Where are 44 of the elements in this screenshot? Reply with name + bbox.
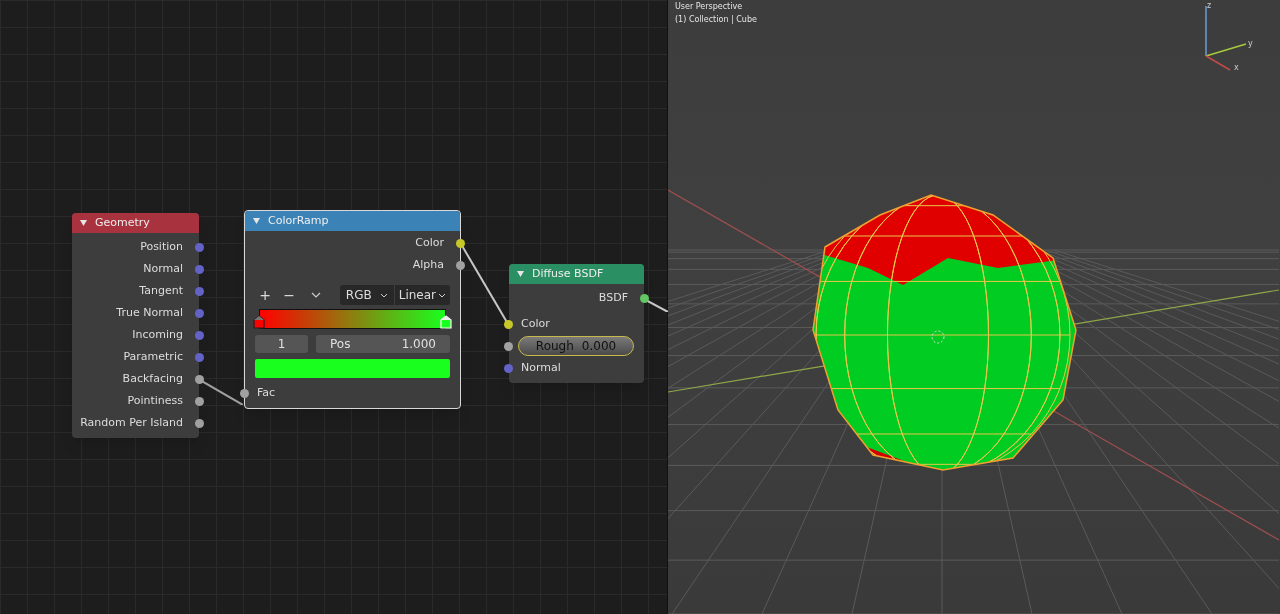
node-editor-canvas[interactable]: Geometry Position Normal Tangent True Normal Incoming Parametric Backfacing Pointiness Random Per Island ColorRamp Color Alpha + − RGB Linear 1 Pos 1.000 Fac Diffuse BSDF BSDF Color Rough 0.000 Normal bbox=[0, 0, 668, 614]
socket-label: BSDF bbox=[598, 289, 628, 306]
interpolation-dropdown[interactable]: Linear bbox=[393, 285, 450, 305]
node-header[interactable]: Geometry bbox=[72, 213, 199, 233]
chevron-down-icon bbox=[438, 292, 446, 298]
ramp-tool-button[interactable]: − bbox=[279, 288, 299, 302]
position-field[interactable]: Pos 1.000 bbox=[316, 335, 450, 353]
node-title: ColorRamp bbox=[268, 212, 329, 229]
socket-label: Color bbox=[521, 315, 550, 332]
collapse-triangle-icon bbox=[80, 220, 87, 226]
collapse-triangle-icon bbox=[517, 271, 524, 277]
collection-label: (1) Collection | Cube bbox=[675, 14, 757, 26]
socket-label: Tangent bbox=[139, 282, 183, 299]
collapse-triangle-icon bbox=[253, 218, 260, 224]
socket-label: Pointiness bbox=[127, 392, 183, 409]
node-title: Diffuse BSDF bbox=[532, 265, 604, 282]
axis-gizmo-drawing[interactable]: z y x bbox=[1198, 0, 1258, 72]
node-title: Geometry bbox=[95, 214, 150, 231]
socket-label: Alpha bbox=[412, 256, 444, 273]
axis-label: z bbox=[1207, 1, 1212, 10]
socket-label: Parametric bbox=[123, 348, 183, 365]
socket-label: Backfacing bbox=[122, 370, 183, 387]
color-swatch[interactable] bbox=[255, 359, 450, 378]
node-header[interactable]: Diffuse BSDF bbox=[509, 264, 644, 284]
socket-label: Normal bbox=[521, 359, 561, 376]
socket-label: Color bbox=[415, 234, 444, 251]
socket-label: Position bbox=[140, 238, 183, 255]
socket-label: Incoming bbox=[132, 326, 183, 343]
color-mode-dropdown[interactable]: RGB bbox=[339, 285, 394, 305]
chevron-down-icon[interactable] bbox=[311, 292, 321, 298]
stop-index-field[interactable]: 1 bbox=[255, 335, 308, 353]
socket-label: Fac bbox=[257, 384, 276, 401]
gradient-bar[interactable] bbox=[259, 309, 446, 329]
axis-label: y bbox=[1248, 39, 1253, 48]
socket-label: True Normal bbox=[116, 304, 183, 321]
view-title: User Perspective bbox=[675, 1, 744, 13]
ramp-tool-button[interactable]: + bbox=[255, 288, 275, 302]
node-header[interactable]: ColorRamp bbox=[245, 211, 460, 231]
color-stop-handle[interactable] bbox=[253, 315, 265, 329]
3d-viewport[interactable]: User Perspective (1) Collection | Cube z y x bbox=[668, 0, 1280, 614]
socket-label: Random Per Island bbox=[80, 414, 183, 431]
socket-label: Normal bbox=[143, 260, 183, 277]
axis-label: x bbox=[1234, 63, 1239, 72]
chevron-down-icon bbox=[379, 292, 388, 298]
